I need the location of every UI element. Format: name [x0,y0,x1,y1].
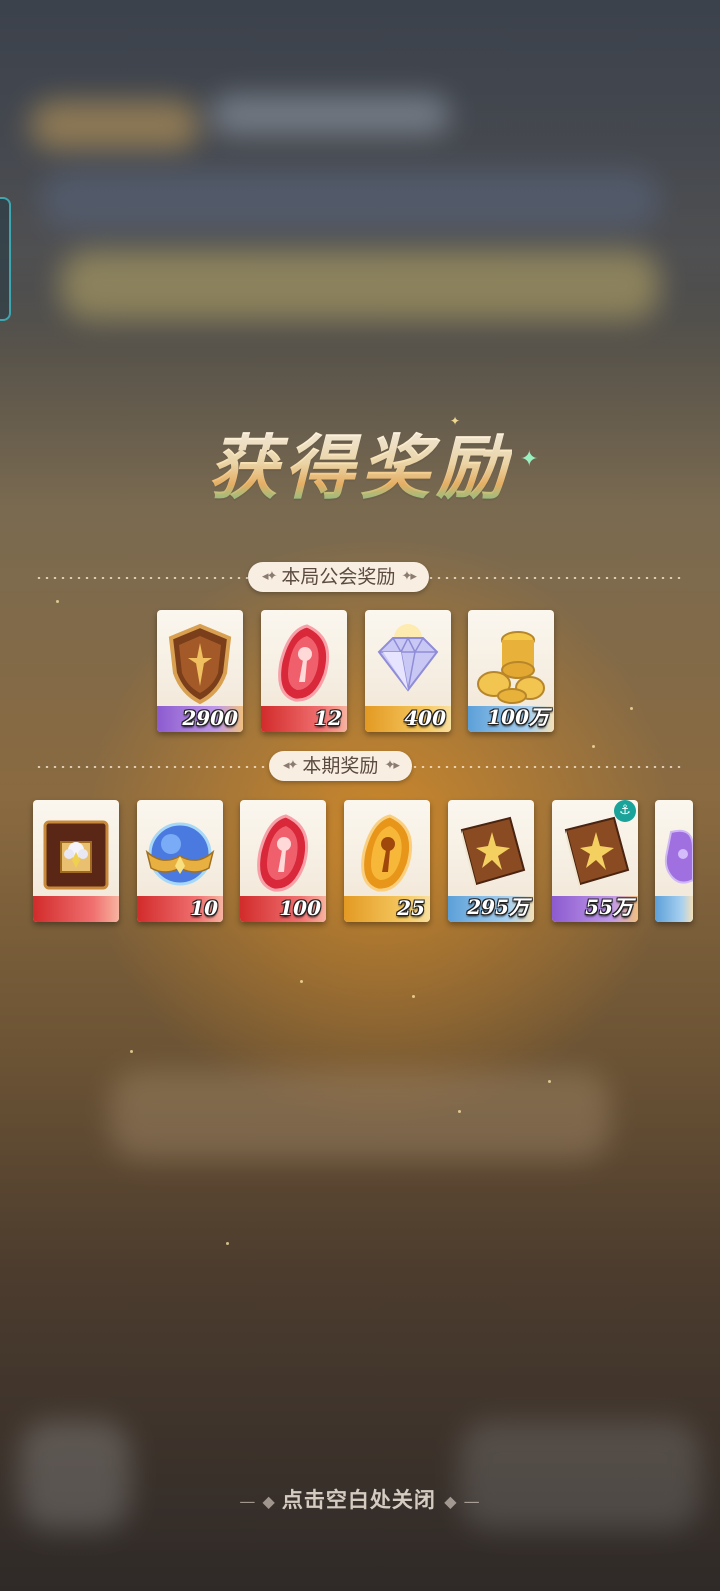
sparkle-dot [412,995,415,998]
item-count: 10 [190,896,218,920]
red-gem-icon [278,624,330,702]
page-title: 获得奖励 [208,426,512,509]
shield-icon [168,623,232,705]
item-count: 100 [279,896,321,920]
reward-item-crystal-orb[interactable]: 10 [137,800,223,922]
reward-item-exp-book-purple[interactable]: ⚓ 55万 [552,800,638,922]
book-icon [460,816,526,892]
reward-item-red-gem[interactable]: 100 [240,800,326,922]
sparkle-dot [458,1110,461,1113]
sparkle-icon: ✦ [520,447,539,472]
section-label-text: 本期奖励 [302,755,379,777]
rarity-band [655,896,693,922]
sparkle-dot [300,980,303,983]
reward-item-diamond[interactable]: 400 [365,610,451,732]
sparkle-dot [56,600,59,603]
potion-icon [664,829,693,884]
section-label-guild: ◂✦ 本局公会奖励 ✦▸ [248,562,429,592]
coins-icon [477,631,545,704]
sparkle-dot [630,707,633,710]
reward-item-gold-gem[interactable]: 25 [344,800,430,922]
dash-right-icon: ◆ — [444,1492,481,1511]
blurred-banner [210,95,450,135]
side-drawer-tab[interactable] [0,197,11,321]
sparkle-dot [226,1242,229,1245]
ornament-left-icon: ◂✦ [262,569,277,584]
reward-item-exp-book-blue[interactable]: 295万 [448,800,534,922]
diamond-icon [377,624,439,692]
section-label-period: ◂✦ 本期奖励 ✦▸ [269,751,412,781]
blurred-banner [30,100,200,150]
reward-item-guild-badge[interactable]: 2900 [157,610,243,732]
section-label-text: 本局公会奖励 [281,566,396,588]
reward-item-purple-potion[interactable] [655,800,693,922]
blurred-panel [110,1070,610,1160]
sparkle-dot [548,1080,551,1083]
orb-icon [145,822,215,886]
anchor-icon: ⚓ [614,800,636,822]
red-gem-icon [257,814,309,892]
reward-item-gold-coins[interactable]: 100万 [468,610,554,732]
sparkle-dot [130,1050,133,1053]
item-count: 12 [314,706,342,730]
ornament-right-icon: ✦▸ [401,569,416,584]
gem-chest-icon [43,820,109,890]
sparkle-icon: ✦ [450,414,461,428]
blurred-banner [60,250,660,320]
item-count: 2900 [182,706,238,730]
blurred-banner [40,170,660,230]
item-count: 25 [397,896,425,920]
gold-gem-icon [361,814,413,892]
reward-item-red-gem[interactable]: 12 [261,610,347,732]
ornament-right-icon: ✦▸ [384,758,399,773]
item-count: 400 [404,706,446,730]
item-count: 100万 [487,705,549,729]
reward-item-gem-chest[interactable] [33,800,119,922]
ornament-left-icon: ◂✦ [283,758,298,773]
close-hint-text: 点击空白处关闭 [281,1488,436,1512]
rarity-band [33,896,119,922]
dash-left-icon: — ◆ [239,1492,282,1511]
item-count: 295万 [467,895,529,919]
item-count: 55万 [585,895,633,919]
sparkle-dot [592,745,595,748]
reward-title-wrap: 获得奖励 [0,412,720,513]
close-hint[interactable]: — ◆ 点击空白处关闭 ◆ — [0,1484,720,1514]
